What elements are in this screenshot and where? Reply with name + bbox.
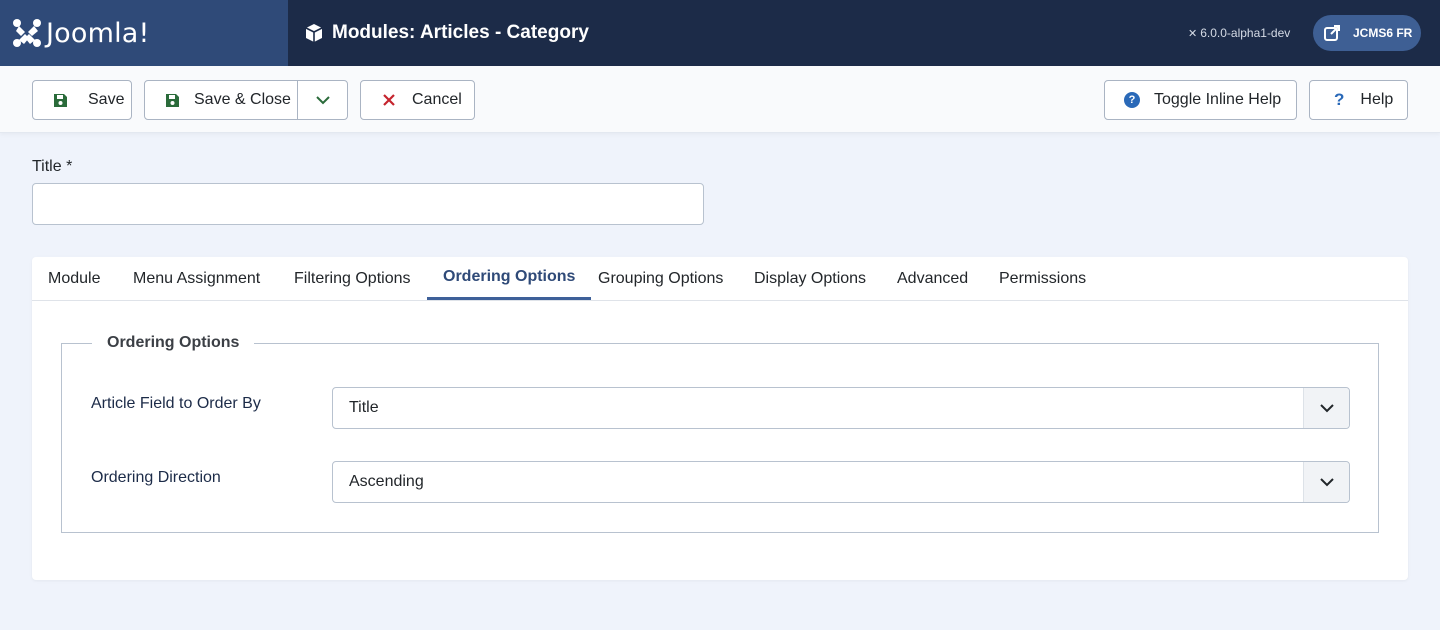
cancel-button[interactable]: Cancel (360, 80, 475, 120)
version-info: ✕ 6.0.0-alpha1-dev (1188, 26, 1290, 40)
question-icon: ? (1334, 90, 1345, 109)
ordering-options-fieldset: Ordering Options Article Field to Order … (61, 334, 1379, 533)
save-button[interactable]: Save (32, 80, 132, 120)
page-title: Modules: Articles - Category (332, 22, 589, 43)
save-close-group: Save & Close (144, 80, 348, 120)
tab-filtering-options[interactable]: Filtering Options (278, 257, 427, 300)
ordering-direction-label: Ordering Direction (91, 469, 221, 486)
help-button[interactable]: ? Help (1309, 80, 1408, 120)
joomla-brand-text: Joomla! (46, 17, 150, 49)
module-settings-card: Module Menu Assignment Filtering Options… (32, 257, 1408, 580)
title-label: Title * (32, 158, 73, 175)
close-icon (381, 92, 397, 108)
action-toolbar: Save Save & Close Cancel ? Toggle Inline… (0, 66, 1440, 133)
toggle-inline-help-label: Toggle Inline Help (1154, 91, 1282, 108)
order-field-label: Article Field to Order By (91, 395, 261, 412)
page-title-group: Modules: Articles - Category (304, 0, 589, 66)
external-link-icon (1324, 25, 1340, 41)
joomla-logo-icon (13, 19, 41, 47)
view-site-button[interactable]: JCMS6 FR (1313, 15, 1421, 51)
site-button-label: JCMS6 FR (1353, 26, 1413, 40)
title-input[interactable] (32, 183, 704, 225)
tab-module[interactable]: Module (32, 257, 116, 300)
save-options-dropdown-toggle[interactable] (298, 81, 347, 119)
tab-bar: Module Menu Assignment Filtering Options… (32, 257, 1408, 301)
joomla-small-icon: ✕ (1188, 27, 1198, 40)
save-icon (164, 92, 180, 108)
help-label: Help (1360, 91, 1394, 108)
cancel-label: Cancel (412, 91, 462, 108)
question-circle-icon: ? (1124, 92, 1140, 108)
version-text: 6.0.0-alpha1-dev (1200, 26, 1291, 40)
order-field-select[interactable]: Title (332, 387, 1350, 429)
fieldset-legend: Ordering Options (92, 334, 255, 352)
toggle-inline-help-button[interactable]: ? Toggle Inline Help (1104, 80, 1297, 120)
tab-permissions[interactable]: Permissions (983, 257, 1102, 300)
tab-advanced[interactable]: Advanced (881, 257, 984, 300)
save-label: Save (88, 91, 125, 108)
tab-display-options[interactable]: Display Options (738, 257, 882, 300)
ordering-direction-select[interactable]: Ascending (332, 461, 1350, 503)
chevron-down-icon (315, 95, 330, 104)
cube-icon (305, 24, 323, 42)
chevron-down-icon (1303, 462, 1349, 502)
save-close-label: Save & Close (194, 91, 291, 108)
joomla-logo[interactable]: Joomla! (0, 0, 288, 66)
tab-ordering-options[interactable]: Ordering Options (427, 257, 592, 300)
save-icon (52, 92, 68, 108)
ordering-direction-value: Ascending (349, 473, 424, 490)
tab-grouping-options[interactable]: Grouping Options (582, 257, 739, 300)
tab-menu-assignment[interactable]: Menu Assignment (117, 257, 276, 300)
save-close-button[interactable]: Save & Close (145, 81, 299, 119)
top-header: Joomla! Modules: Articles - Category ✕ 6… (0, 0, 1440, 66)
order-field-value: Title (349, 399, 379, 416)
chevron-down-icon (1303, 388, 1349, 428)
